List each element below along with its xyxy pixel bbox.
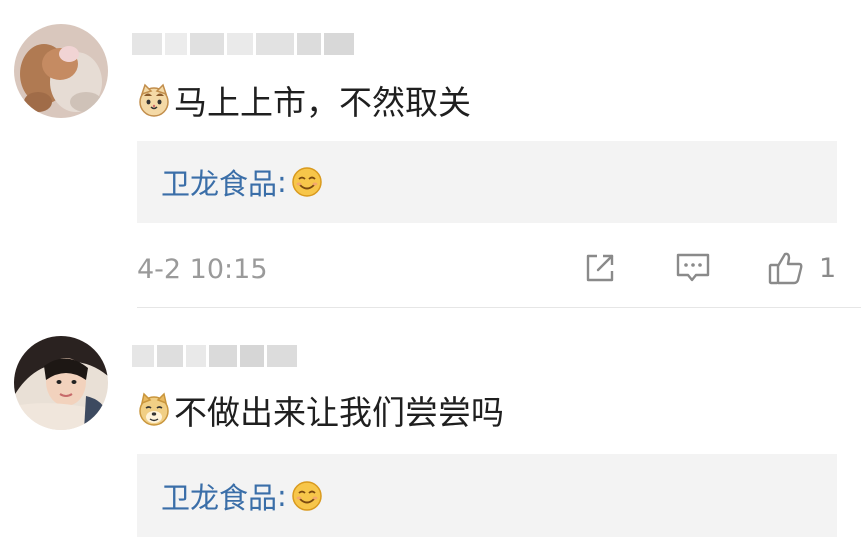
username-redacted (132, 30, 372, 58)
share-icon (586, 254, 614, 282)
comment-icon (676, 253, 710, 282)
doge-face-icon (139, 392, 169, 426)
comment-item: 不做出来让我们尝尝吗 卫龙食品 : (0, 310, 861, 537)
smile-icon (292, 480, 322, 511)
like-button[interactable]: 1 (767, 248, 836, 288)
smile-icon (292, 167, 322, 197)
comment-item: 马上上市，不然取关 卫龙食品 : 4-2 10:15 1 (0, 0, 861, 310)
reply-colon: : (277, 165, 287, 199)
username-redacted (132, 342, 302, 370)
reply-box[interactable]: 卫龙食品 : (137, 141, 837, 223)
share-button[interactable] (583, 248, 617, 288)
timestamp: 4-2 10:15 (137, 254, 268, 285)
avatar[interactable] (14, 24, 108, 118)
thumbs-up-icon (768, 252, 803, 285)
like-count: 1 (819, 252, 837, 284)
reply-box[interactable]: 卫龙食品 : (137, 454, 837, 537)
reply-colon: : (277, 478, 287, 513)
reply-author[interactable]: 卫龙食品 (161, 161, 277, 203)
cat-face-icon (139, 83, 169, 117)
avatar[interactable] (14, 336, 108, 430)
reply-button[interactable] (675, 248, 711, 288)
divider (137, 307, 861, 308)
reply-author[interactable]: 卫龙食品 (161, 475, 277, 517)
comment-meta: 4-2 10:15 1 (137, 248, 837, 288)
comment-text: 不做出来让我们尝尝吗 (136, 388, 504, 432)
comment-text: 马上上市，不然取关 (136, 78, 471, 122)
